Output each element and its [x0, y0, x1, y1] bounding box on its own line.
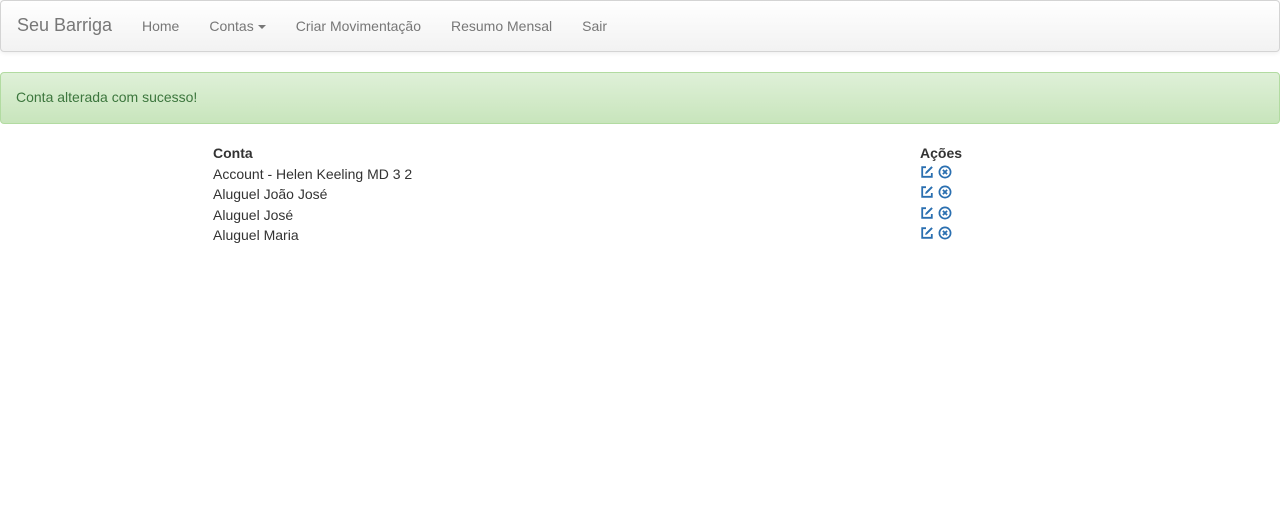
account-name: Aluguel Maria — [213, 227, 299, 243]
caret-down-icon — [257, 25, 266, 30]
account-name: Account - Helen Keeling MD 3 2 — [213, 165, 413, 182]
row-actions — [918, 164, 1031, 185]
table-header-row: Conta Ações — [211, 143, 1031, 164]
account-name: Aluguel João José — [213, 186, 328, 202]
success-alert: Conta alterada com sucesso! — [0, 72, 1280, 124]
nav-item-contas-label: Contas — [209, 18, 254, 34]
navbar-menu: Home Contas Criar Movimentação Resumo Me… — [127, 1, 622, 51]
nav-item-criar-movimentacao[interactable]: Criar Movimentação — [281, 1, 436, 51]
edit-icon[interactable] — [920, 185, 934, 199]
row-actions — [918, 205, 1031, 226]
nav-item-home[interactable]: Home — [127, 1, 194, 51]
remove-circle-icon[interactable] — [938, 165, 952, 179]
edit-icon[interactable] — [920, 165, 934, 179]
navbar: Seu Barriga Home Contas Criar Movimentaç… — [0, 0, 1280, 52]
column-header-conta: Conta — [213, 145, 253, 161]
remove-circle-icon[interactable] — [938, 226, 952, 240]
nav-item-contas[interactable]: Contas — [194, 1, 280, 51]
row-actions — [918, 184, 1031, 205]
table-row: Account - Helen Keeling MD 3 2 — [211, 164, 1031, 185]
nav-item-sair[interactable]: Sair — [567, 1, 622, 51]
accounts-table: Conta Ações Account - Helen Keeling MD 3… — [211, 143, 1031, 246]
edit-icon[interactable] — [920, 206, 934, 220]
account-name: Aluguel José — [213, 206, 294, 223]
edit-icon[interactable] — [920, 226, 934, 240]
column-header-acoes: Ações — [920, 145, 963, 161]
nav-item-resumo-mensal[interactable]: Resumo Mensal — [436, 1, 567, 51]
table-row: Aluguel João José — [211, 184, 1031, 205]
alert-message: Conta alterada com sucesso! — [16, 89, 198, 105]
table-row: Aluguel Maria — [211, 225, 1031, 246]
remove-circle-icon[interactable] — [938, 206, 952, 220]
row-actions — [918, 225, 1031, 246]
table-row: Aluguel José — [211, 205, 1031, 226]
navbar-brand[interactable]: Seu Barriga — [17, 15, 112, 35]
remove-circle-icon[interactable] — [938, 185, 952, 199]
